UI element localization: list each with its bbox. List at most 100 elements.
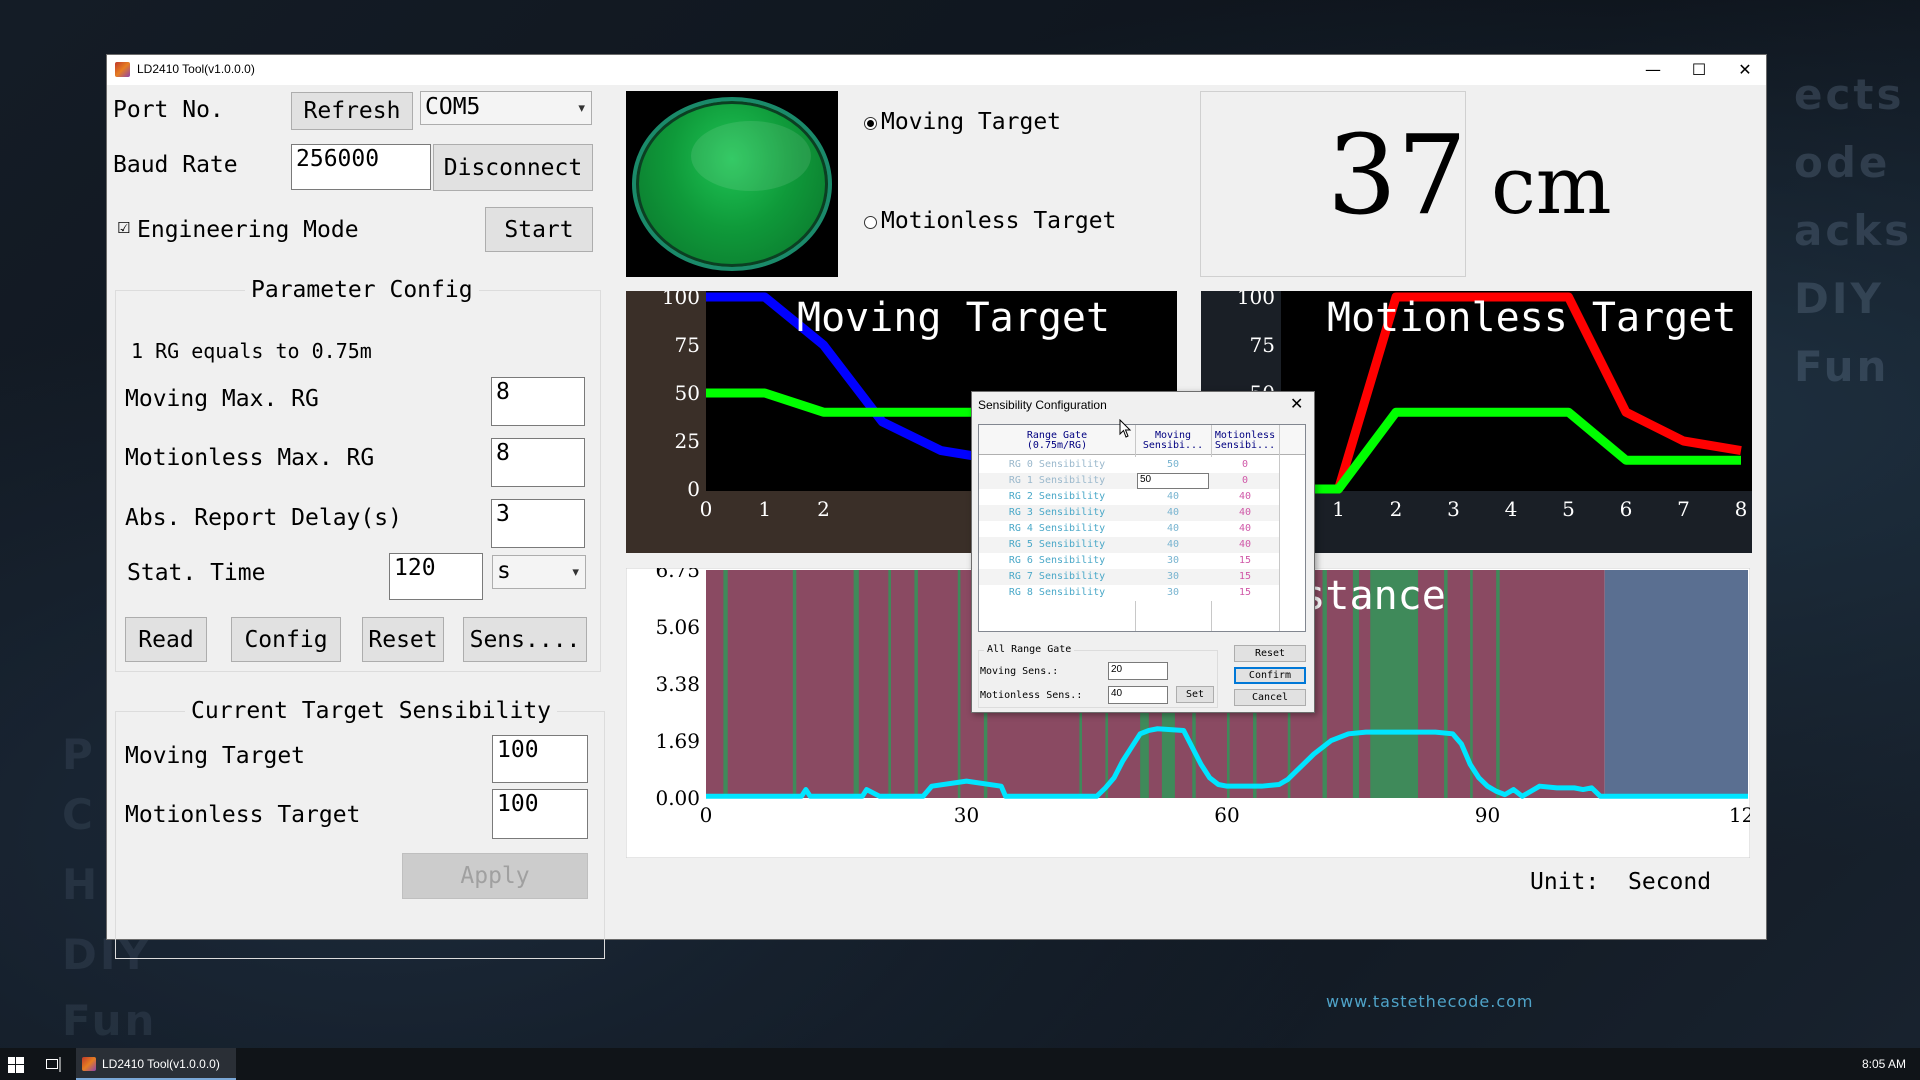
table-row[interactable]: RG 1 Sensibility 50 0 <box>979 473 1279 489</box>
bg-word: H <box>62 860 101 909</box>
windows-start-icon[interactable] <box>8 1057 24 1073</box>
dialog-confirm-button[interactable]: Confirm <box>1234 667 1306 684</box>
motionless-chart-title: Motionless Target <box>1327 295 1737 341</box>
cell-motionless-sens[interactable]: 40 <box>1211 539 1279 550</box>
table-row[interactable]: RG 7 Sensibility 30 15 <box>979 569 1279 585</box>
cell-moving-sens[interactable]: 30 <box>1135 571 1211 582</box>
table-row[interactable]: RG 3 Sensibility 40 40 <box>979 505 1279 521</box>
stat-time-input[interactable]: 120 <box>389 553 483 600</box>
x-tick-label: 30 <box>954 803 979 827</box>
y-tick-label: 6.75 <box>655 568 700 582</box>
disconnect-button[interactable]: Disconnect <box>433 144 593 191</box>
motionless-target-radio[interactable] <box>864 216 877 229</box>
bg-word: ects <box>1794 70 1905 119</box>
engineering-mode-checkbox[interactable]: ☑ <box>117 219 130 237</box>
motionless-target-sens-input[interactable]: 100 <box>492 789 588 839</box>
bg-word: C <box>62 790 96 839</box>
cell-moving-sens-editor[interactable]: 50 <box>1137 473 1209 489</box>
cell-motionless-sens[interactable]: 15 <box>1211 555 1279 566</box>
moving-target-radio[interactable] <box>864 117 877 130</box>
cell-moving-sens[interactable]: 50 <box>1135 459 1211 470</box>
state-band-static <box>723 570 728 798</box>
moving-sens-input[interactable]: 20 <box>1108 662 1168 680</box>
led-gloss <box>691 121 811 191</box>
title-bar[interactable]: LD2410 Tool(v1.0.0.0) — ☐ ✕ <box>107 55 1766 85</box>
cell-motionless-sens[interactable]: 15 <box>1211 571 1279 582</box>
cell-range-gate: RG 0 Sensibility <box>1008 459 1106 470</box>
taskbar-app-button[interactable]: LD2410 Tool(v1.0.0.0) <box>76 1048 236 1080</box>
sensibility-button[interactable]: Sens.... <box>463 617 587 662</box>
taskbar-clock: 8:05 AM <box>1862 1057 1907 1071</box>
column-divider <box>1279 425 1280 631</box>
task-view-icon[interactable] <box>46 1057 62 1072</box>
dialog-close-button[interactable]: ✕ <box>1290 394 1303 413</box>
cell-motionless-sens[interactable]: 40 <box>1211 491 1279 502</box>
table-row[interactable]: RG 8 Sensibility 30 15 <box>979 585 1279 601</box>
x-tick-label: 1 <box>758 497 771 521</box>
col-range-gate-sub: (0.75m/RG) <box>1026 440 1088 451</box>
cell-moving-sens[interactable]: 40 <box>1135 507 1211 518</box>
table-row[interactable]: RG 6 Sensibility 30 15 <box>979 553 1279 569</box>
y-tick-label: 3.38 <box>655 672 700 696</box>
report-delay-input[interactable]: 3 <box>491 499 585 548</box>
cell-moving-sens[interactable]: 40 <box>1135 539 1211 550</box>
report-delay-label: Abs. Report Delay(s) <box>125 505 402 531</box>
desktop-watermark-url: www.tastethecode.com <box>1326 992 1534 1011</box>
cell-motionless-sens[interactable]: 0 <box>1211 475 1279 486</box>
start-button[interactable]: Start <box>485 207 593 252</box>
x-tick-label: 4 <box>1505 497 1518 521</box>
current-sensibility-title: Current Target Sensibility <box>185 698 558 724</box>
x-tick-label: 6 <box>1620 497 1633 521</box>
rg-note: 1 RG equals to 0.75m <box>131 339 372 363</box>
motionless-target-radio-label: Motionless Target <box>881 208 1117 234</box>
distance-value: 37 <box>1327 111 1467 239</box>
baud-rate-input[interactable]: 256000 <box>291 144 431 190</box>
sensibility-config-dialog: Sensibility Configuration ✕ Range Gate (… <box>971 391 1315 713</box>
state-band-static <box>792 570 797 798</box>
dialog-cancel-button[interactable]: Cancel <box>1234 689 1306 706</box>
cell-moving-sens[interactable]: 40 <box>1135 523 1211 534</box>
x-tick-label: 120 <box>1729 803 1750 827</box>
cell-moving-sens[interactable]: 30 <box>1135 555 1211 566</box>
close-button[interactable]: ✕ <box>1722 55 1768 85</box>
bg-word: ode <box>1794 138 1891 187</box>
dialog-reset-button[interactable]: Reset <box>1234 645 1306 662</box>
cell-motionless-sens[interactable]: 40 <box>1211 507 1279 518</box>
x-tick-label: 90 <box>1475 803 1500 827</box>
x-tick-label: 2 <box>817 497 830 521</box>
reset-button[interactable]: Reset <box>362 617 444 662</box>
parameter-config-title: Parameter Config <box>245 277 479 303</box>
config-button[interactable]: Config <box>231 617 341 662</box>
window-title: LD2410 Tool(v1.0.0.0) <box>137 62 255 76</box>
stat-time-unit-select[interactable]: s ▼ <box>492 555 586 589</box>
set-button[interactable]: Set <box>1176 686 1214 703</box>
refresh-button[interactable]: Refresh <box>291 92 413 130</box>
read-button[interactable]: Read <box>125 617 207 662</box>
cell-range-gate: RG 8 Sensibility <box>1008 587 1106 598</box>
cell-motionless-sens[interactable]: 15 <box>1211 587 1279 598</box>
motionless-sens-input[interactable]: 40 <box>1108 686 1168 704</box>
x-tick-label: 0 <box>700 497 713 521</box>
cell-moving-sens[interactable]: 30 <box>1135 587 1211 598</box>
state-band-static <box>914 570 918 798</box>
table-row[interactable]: RG 5 Sensibility 40 40 <box>979 537 1279 553</box>
moving-target-sens-label: Moving Target <box>125 743 306 769</box>
cell-moving-sens[interactable]: 40 <box>1135 491 1211 502</box>
port-select[interactable]: COM5 ▼ <box>420 91 592 125</box>
y-tick-label: 100 <box>1237 291 1275 309</box>
moving-max-rg-input[interactable]: 8 <box>491 377 585 426</box>
taskbar-app-icon <box>82 1057 96 1071</box>
maximize-button[interactable]: ☐ <box>1676 55 1722 85</box>
motionless-max-rg-input[interactable]: 8 <box>491 438 585 487</box>
cell-motionless-sens[interactable]: 40 <box>1211 523 1279 534</box>
moving-target-sens-input[interactable]: 100 <box>492 735 588 783</box>
minimize-button[interactable]: — <box>1630 55 1676 85</box>
state-band-static <box>888 570 891 798</box>
table-row[interactable]: RG 0 Sensibility 50 0 <box>979 457 1279 473</box>
bg-word: Fun <box>62 996 158 1045</box>
table-row[interactable]: RG 4 Sensibility 40 40 <box>979 521 1279 537</box>
all-range-gate-title: All Range Gate <box>984 644 1075 655</box>
apply-button[interactable]: Apply <box>402 853 588 899</box>
table-row[interactable]: RG 2 Sensibility 40 40 <box>979 489 1279 505</box>
cell-motionless-sens[interactable]: 0 <box>1211 459 1279 470</box>
